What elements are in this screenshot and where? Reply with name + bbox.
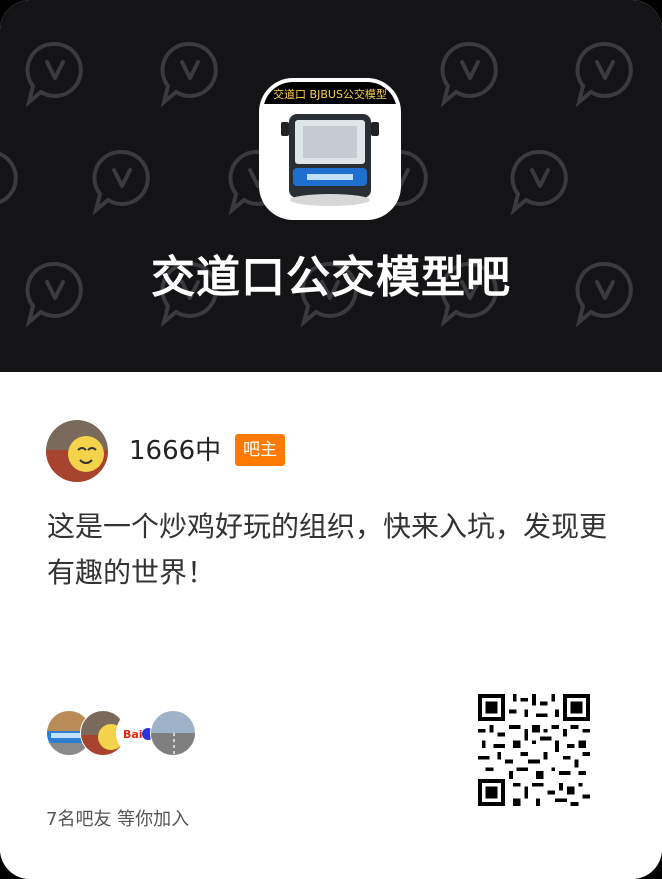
owner-badge: 吧主 xyxy=(235,434,285,466)
card-body: 1666中 吧主 这是一个炒鸡好玩的组织，快来入坑，发现更有趣的世界！ Bai … xyxy=(0,372,662,879)
forum-slogan: 这是一个炒鸡好玩的组织，快来入坑，发现更有趣的世界！ xyxy=(47,510,608,589)
forum-name: 交道口公交模型吧 xyxy=(151,252,511,303)
owner-name[interactable]: 1666中 xyxy=(129,432,221,470)
members-count-text: 7名吧友 等你加入 xyxy=(46,809,190,830)
forum-cover-image: 交道口 BJBUS公交模型 xyxy=(263,82,397,216)
member-avatars[interactable]: Bai xyxy=(46,710,196,756)
forum-invite-card: 交道口 BJBUS公交模型 交道口公交模型吧 1666中 吧主 这是一个炒鸡好玩… xyxy=(0,0,662,879)
cover-banner-text: 交道口 BJBUS公交模型 xyxy=(273,87,387,101)
svg-text:Bai: Bai xyxy=(123,728,143,741)
qr-code[interactable] xyxy=(478,694,590,806)
forum-header: 交道口 BJBUS公交模型 交道口公交模型吧 xyxy=(0,0,662,372)
forum-avatar[interactable]: 交道口 BJBUS公交模型 xyxy=(259,78,401,220)
owner-avatar[interactable] xyxy=(46,420,108,482)
member-avatar-road[interactable] xyxy=(150,710,196,756)
